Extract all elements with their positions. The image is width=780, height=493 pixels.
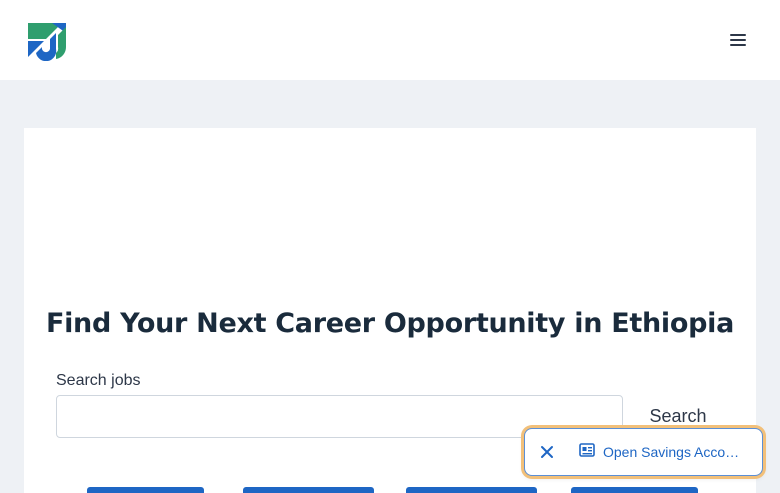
- hamburger-menu-icon[interactable]: [726, 29, 750, 51]
- promo-banner: Open Savings Acco…: [524, 428, 763, 476]
- close-icon[interactable]: [525, 429, 569, 475]
- ethiojobs-logo-icon[interactable]: [26, 19, 68, 62]
- category-button[interactable]: [406, 487, 537, 493]
- category-button[interactable]: [87, 487, 204, 493]
- open-savings-account-link[interactable]: Open Savings Acco…: [579, 442, 740, 462]
- category-button[interactable]: [571, 487, 698, 493]
- category-button[interactable]: [243, 487, 374, 493]
- search-label: Search jobs: [56, 372, 141, 389]
- id-card-icon: [579, 442, 595, 462]
- site-header: [0, 0, 780, 80]
- page-title: Find Your Next Career Opportunity in Eth…: [45, 308, 735, 339]
- promo-label: Open Savings Acco…: [603, 444, 740, 460]
